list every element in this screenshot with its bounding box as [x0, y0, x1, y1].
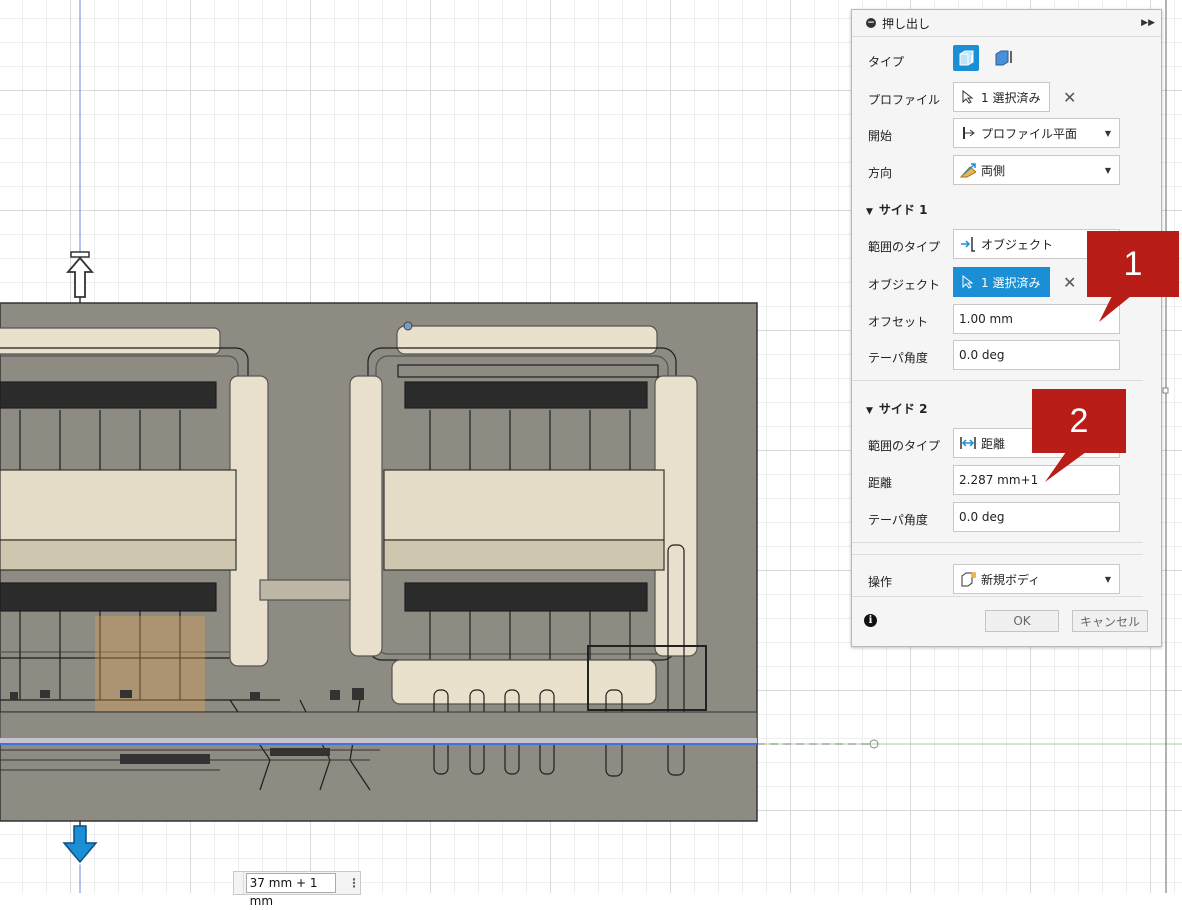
- up-arrow-manipulator-icon: [66, 251, 94, 303]
- side2-taper-input[interactable]: 0.0 deg: [953, 502, 1120, 532]
- highlight-region: [95, 616, 205, 728]
- side2-distance-label: 距離: [868, 476, 893, 490]
- expand-triangle-icon: ▼: [866, 207, 873, 217]
- side1-taper-input[interactable]: 0.0 deg: [953, 340, 1120, 370]
- dimension-input[interactable]: 37 mm + 1 mm: [245, 873, 336, 908]
- chevron-down-icon: ▼: [1104, 574, 1111, 584]
- side2-taper-label: テーパ角度: [868, 513, 928, 527]
- collapse-minus-icon[interactable]: −: [866, 18, 876, 28]
- cancel-button[interactable]: キャンセル: [1072, 610, 1148, 632]
- side1-offset-input[interactable]: 1.00 mm: [953, 304, 1120, 334]
- operation-label: 操作: [868, 575, 893, 589]
- operation-value: 新規ボディ: [981, 572, 1041, 587]
- chevron-down-icon: ▼: [1104, 165, 1111, 175]
- profile-plane-icon: [960, 125, 976, 141]
- panel-title-bar: − 押し出し ▶▶: [852, 10, 1161, 37]
- side2-distance-input[interactable]: 2.287 mm+1: [953, 465, 1120, 495]
- fast-forward-icon[interactable]: ▶▶: [1141, 18, 1155, 28]
- type-label: タイプ: [868, 55, 905, 69]
- start-dropdown[interactable]: プロファイル平面 ▼: [953, 118, 1120, 148]
- callout-2: 2: [1032, 389, 1126, 453]
- down-arrow-manipulator-icon: [62, 821, 98, 865]
- solid-extrude-icon: [959, 50, 974, 66]
- side1-extent-type-label: 範囲のタイプ: [868, 240, 941, 254]
- section-divider: [852, 380, 1143, 381]
- cursor-arrow-icon: [960, 89, 976, 105]
- panel-title: 押し出し: [882, 16, 931, 31]
- callout-1: 1: [1087, 231, 1179, 297]
- to-object-icon: [960, 236, 976, 252]
- operation-dropdown[interactable]: 新規ボディ ▼: [953, 564, 1120, 594]
- more-options-icon[interactable]: ⋮: [348, 876, 360, 890]
- side1-extent-type-value: オブジェクト: [981, 237, 1054, 252]
- direction-dropdown[interactable]: 両側 ▼: [953, 155, 1120, 185]
- info-icon[interactable]: i: [864, 614, 877, 627]
- side2-extent-type-label: 範囲のタイプ: [868, 439, 941, 453]
- section-divider: [852, 554, 1143, 555]
- side1-object-value: 1 選択済み: [981, 275, 1041, 290]
- drag-handle[interactable]: [234, 872, 244, 894]
- section-divider: [852, 596, 1143, 597]
- side1-offset-label: オフセット: [868, 315, 929, 329]
- ok-button[interactable]: OK: [985, 610, 1059, 632]
- distance-icon: [960, 435, 976, 451]
- extrude-panel: − 押し出し ▶▶ タイプ プロファイル 1 選択済み ✕ 開始 プロファイル平…: [851, 9, 1162, 647]
- side1-taper-label: テーパ角度: [868, 351, 928, 365]
- side2-taper-value: 0.0 deg: [959, 510, 1005, 524]
- direction-value: 両側: [981, 163, 1006, 178]
- side2-distance-value: 2.287 mm+1: [959, 473, 1039, 487]
- cursor-arrow-icon: [960, 274, 976, 290]
- side1-offset-value: 1.00 mm: [959, 312, 1013, 326]
- start-value: プロファイル平面: [981, 126, 1078, 141]
- direction-label: 方向: [868, 166, 893, 180]
- profile-value: 1 選択済み: [981, 90, 1041, 105]
- side1-object-label: オブジェクト: [868, 278, 941, 292]
- type-thin-button[interactable]: [992, 47, 1016, 69]
- side2-header[interactable]: ▼ サイド 2: [866, 400, 927, 417]
- section-divider: [852, 542, 1143, 543]
- side1-header[interactable]: ▼ サイド 1: [866, 201, 927, 218]
- two-sides-icon: [960, 162, 976, 178]
- type-solid-button[interactable]: [953, 45, 979, 71]
- side1-object-selector[interactable]: 1 選択済み: [953, 267, 1050, 297]
- start-label: 開始: [868, 129, 893, 143]
- new-body-icon: [960, 571, 976, 587]
- chevron-down-icon: ▼: [1104, 128, 1111, 138]
- clear-object-icon[interactable]: ✕: [1063, 273, 1076, 292]
- profile-label: プロファイル: [868, 93, 941, 107]
- resize-handle: [1162, 387, 1169, 394]
- profile-selector[interactable]: 1 選択済み: [953, 82, 1050, 112]
- clear-profile-icon[interactable]: ✕: [1063, 88, 1076, 107]
- expand-triangle-icon: ▼: [866, 406, 873, 416]
- thin-extrude-icon: [995, 50, 1012, 66]
- side1-taper-value: 0.0 deg: [959, 348, 1005, 362]
- sketch-point: [403, 321, 413, 331]
- side2-extent-type-value: 距離: [981, 436, 1006, 451]
- dimension-input-box[interactable]: 37 mm + 1 mm ⋮: [233, 871, 361, 908]
